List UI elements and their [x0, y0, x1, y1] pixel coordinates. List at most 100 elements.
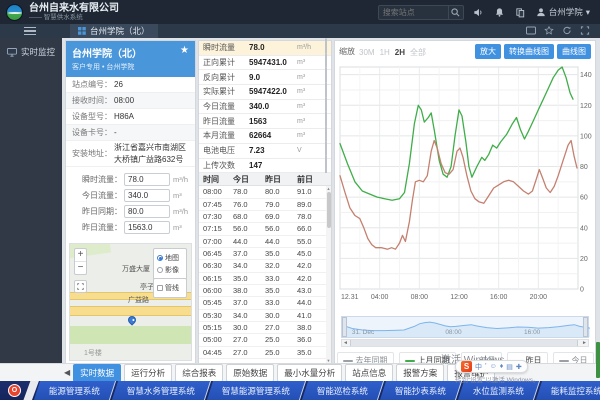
map-zoom-in-button[interactable]: +: [75, 249, 86, 261]
flow-chart[interactable]: 02040608010012014012.3104:0008:0012:0016…: [338, 61, 592, 312]
metric-unit: m³: [297, 118, 317, 125]
navigator-scroll-thumb[interactable]: [350, 340, 578, 346]
taskbar-tab-1[interactable]: 智慧水务管理系统: [112, 381, 211, 400]
today-flow-input[interactable]: [124, 189, 170, 202]
zoom-option-1h[interactable]: 1H: [380, 48, 390, 57]
time-table-row: 07:1556.056.066.0: [199, 223, 331, 235]
radio-selected-icon: [157, 255, 163, 261]
monitor-icon: [7, 48, 17, 57]
scroll-right-icon[interactable]: ►: [581, 340, 588, 346]
chart-navigator[interactable]: 31. Dec 08:00 16:00: [341, 316, 589, 338]
metric-label: 电池电压: [203, 145, 249, 156]
cell: 30.0: [233, 323, 265, 332]
cell: 07:30: [203, 212, 233, 221]
ime-logo-icon[interactable]: S: [461, 361, 472, 372]
svg-text:120: 120: [580, 103, 592, 110]
search-icon[interactable]: [448, 6, 463, 19]
metric-unit: m³: [297, 103, 317, 110]
favorite-star-icon[interactable]: ★: [180, 45, 189, 56]
cell: 44.0: [233, 237, 265, 246]
bottom-tab-4[interactable]: 最小水量分析: [277, 364, 342, 382]
taskbar-tab-2[interactable]: 智慧能源管理系统: [207, 381, 306, 400]
side-scroll-indicator[interactable]: [596, 342, 600, 378]
ime-keyboard-icon[interactable]: ▤: [506, 363, 513, 371]
taskbar-tab-4[interactable]: 智能抄表系统: [380, 381, 462, 400]
layer-option-satellite[interactable]: 影像: [157, 265, 183, 275]
enlarge-button[interactable]: 放大: [475, 44, 501, 59]
bell-icon[interactable]: [494, 6, 506, 18]
layer-option-map[interactable]: 地图: [157, 253, 183, 263]
map-label-building: 万盛大厦: [122, 264, 150, 274]
map-zoom-control: + −: [74, 248, 87, 275]
metric-unit: m³/h: [297, 44, 317, 51]
time-table-row: 05:3034.030.041.0: [199, 310, 331, 322]
svg-text:12.31: 12.31: [341, 294, 359, 301]
refresh-icon[interactable]: [562, 26, 572, 37]
cell: 76.0: [233, 200, 265, 209]
map-zoom-out-button[interactable]: −: [75, 261, 86, 274]
ime-mic-icon[interactable]: ♦: [500, 363, 504, 370]
instant-flow-input[interactable]: [124, 173, 170, 186]
sidebar-item-realtime-monitor[interactable]: 实时监控: [0, 38, 62, 66]
switch-curve-button[interactable]: 转换曲线图: [504, 44, 554, 59]
curve-button[interactable]: 曲线图: [557, 44, 591, 59]
bottom-tab-6[interactable]: 报警方案: [396, 364, 444, 382]
search-input[interactable]: [379, 8, 448, 17]
volume-icon[interactable]: [473, 6, 485, 18]
map-pin-icon[interactable]: [126, 315, 137, 326]
bottom-tab-1[interactable]: 运行分析: [124, 364, 172, 382]
bottom-tab-0[interactable]: 实时数据: [73, 364, 121, 382]
navigator-label: 08:00: [445, 329, 461, 336]
navigator-right-handle[interactable]: [583, 317, 588, 337]
favorite-icon[interactable]: [544, 26, 554, 37]
map-canvas[interactable]: 万盛大厦 亭子浜桥 广益路 1号楼 + − 地图 影像 管线: [69, 243, 192, 361]
menu-toggle-icon[interactable]: [24, 27, 36, 36]
ime-emoji-icon[interactable]: ☺: [490, 363, 497, 370]
cell: 30.0: [265, 311, 297, 320]
zoom-option-2h[interactable]: 2H: [395, 48, 405, 57]
bottom-tab-3[interactable]: 原始数据: [226, 364, 274, 382]
navigator-left-handle[interactable]: [342, 317, 347, 337]
bottom-tab-2[interactable]: 综合报表: [175, 364, 223, 382]
active-station-tab[interactable]: 台州学院（北）: [70, 24, 158, 38]
user-menu[interactable]: 台州学院 ▾: [536, 6, 590, 18]
scroll-left-icon[interactable]: ◄: [342, 340, 349, 346]
ime-tools-icon[interactable]: ✚: [516, 363, 522, 371]
taskbar-tab-6[interactable]: 能耗监控系统: [536, 381, 600, 400]
scrollbar-thumb[interactable]: [327, 192, 331, 228]
svg-text:08:00: 08:00: [411, 294, 429, 301]
time-table-scrollbar[interactable]: ▲ ▼: [326, 186, 331, 364]
docs-icon[interactable]: [515, 6, 527, 18]
taskbar-tab-0[interactable]: 能源管理系统: [34, 381, 116, 400]
metric-checkbox[interactable]: [325, 155, 327, 174]
zoom-option-全部[interactable]: 全部: [410, 48, 426, 57]
metric-label: 本月流量: [203, 130, 249, 141]
fullscreen-icon[interactable]: [580, 26, 590, 37]
cell: 35.0: [265, 249, 297, 258]
map-green-area: [70, 326, 191, 344]
input-row-instant-flow: 瞬时流量： m³/h: [70, 173, 191, 186]
metric-row: 今日流量340.0m³: [199, 100, 331, 115]
map-fullscreen-button[interactable]: [74, 280, 87, 293]
card-view-icon[interactable]: [526, 26, 536, 37]
field-install-address: 安装地址：浙江省嘉兴市南湖区大桥镇广益路632号: [66, 141, 195, 167]
cell: 06:00: [203, 286, 233, 295]
yesterday-same-period-input[interactable]: [124, 205, 170, 218]
legend-dash-icon: [343, 360, 353, 362]
ime-toolbar[interactable]: S 中 ’ ☺ ♦ ▤ ✚: [455, 360, 528, 373]
metric-value: 5947431.0: [249, 58, 297, 67]
metrics-table: 瞬时流量78.0m³/h正向累计5947431.0m³反向累计9.0m³实际累计…: [199, 41, 331, 173]
map-layer-switch: 地图 影像: [153, 248, 187, 280]
cell: 06:15: [203, 274, 233, 283]
ime-lang-icon[interactable]: 中: [475, 362, 482, 372]
metric-value: 147: [249, 161, 297, 170]
pipeline-checkbox-row[interactable]: 管线: [157, 283, 183, 293]
bottom-tab-5[interactable]: 站点信息: [345, 364, 393, 382]
navigator-scrollbar[interactable]: ◄ ►: [341, 339, 589, 347]
ime-punct-icon[interactable]: ’: [485, 363, 487, 370]
yesterday-flow-input[interactable]: [124, 221, 170, 234]
metric-row: 实际累计5947422.0m³: [199, 85, 331, 100]
taskbar-logo-icon[interactable]: O: [8, 384, 21, 397]
zoom-option-30m[interactable]: 30M: [359, 48, 375, 57]
taskbar-tab-3[interactable]: 智能巡检系统: [302, 381, 384, 400]
